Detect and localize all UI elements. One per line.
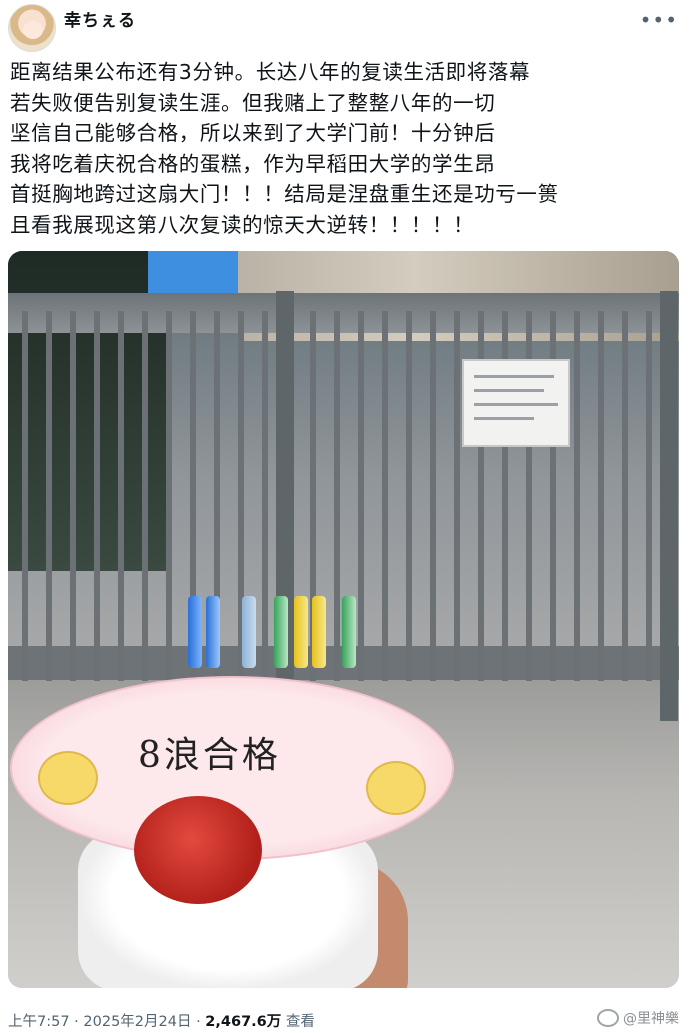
gate-bar [142,311,148,681]
gate-bar [358,311,364,681]
candle [206,596,220,668]
meta-separator: · [74,1014,79,1030]
plate-text: 8浪合格 [138,735,281,776]
gate-bar [406,311,412,681]
post-line: 若失败便告别复读生涯。但我赌上了整整八年的一切 [10,90,496,115]
gate-bar [70,311,76,681]
gate-bar [382,311,388,681]
more-dots-icon[interactable]: ••• [640,8,678,32]
gate-post [660,291,678,721]
post-line: 且看我展现这第八次复读的惊天大逆转！！！！！ [10,212,475,237]
post-text: 距离结果公布还有3分钟。长达八年的复读生活即将落幕 若失败便告别复读生涯。但我赌… [10,57,682,240]
avatar-face [23,21,43,39]
post-photo[interactable]: 8浪合格 [8,251,679,988]
photo-strawberry [134,796,262,904]
gate-bar [622,311,628,681]
candle [342,596,356,668]
post-line: 距离结果公布还有3分钟。长达八年的复读生活即将落幕 [10,60,531,84]
gate-bar [166,311,172,681]
username[interactable]: 幸ちぇる [64,6,136,31]
candle [274,596,288,668]
notice-line [474,417,534,420]
post-meta: 上午7:57 · 2025年2月24日 · 2,467.6万 查看 [8,1010,315,1031]
avatar[interactable] [8,4,56,52]
candle [188,596,202,668]
gate-bar [646,311,652,681]
notice-line [474,389,544,392]
post-header: 幸ちぇる ••• [0,0,690,56]
view-count: 2,467.6万 [205,1014,282,1030]
watermark-text: @里神樂 [623,1011,679,1027]
gate-bar [46,311,52,681]
post-footer: 上午7:57 · 2025年2月24日 · 2,467.6万 查看 @里神樂 [8,1008,683,1032]
gate-bar [262,311,268,681]
post-date[interactable]: 2025年2月24日 [83,1014,191,1030]
view-count-label: 查看 [285,1014,315,1030]
chick-decoration [38,751,98,805]
post-line: 坚信自己能够合格，所以来到了大学门前！十分钟后 [10,121,496,145]
candle [294,596,308,668]
candle [312,596,326,668]
gate-bar [22,311,28,681]
gate-bar [454,311,460,681]
post-line: 我将吃着庆祝合格的蛋糕，作为早稻田大学的学生昂 [10,151,496,176]
watermark: @里神樂 [597,1008,679,1028]
post-line: 首挺胸地跨过这扇大门！！！结局是涅盘重生还是功亏一篑 [10,182,559,206]
meta-separator: · [196,1014,201,1030]
gate-bar [574,311,580,681]
chick-decoration [366,761,426,815]
weibo-icon [597,1009,619,1027]
gate-bar [598,311,604,681]
gate-notice [462,359,570,447]
gate-bar [334,311,340,681]
gate-bar [118,311,124,681]
gate-bar [430,311,436,681]
gate-bar [94,311,100,681]
candle [242,596,256,668]
notice-line [474,375,554,378]
post-time[interactable]: 上午7:57 [8,1014,70,1030]
notice-line [474,403,558,406]
